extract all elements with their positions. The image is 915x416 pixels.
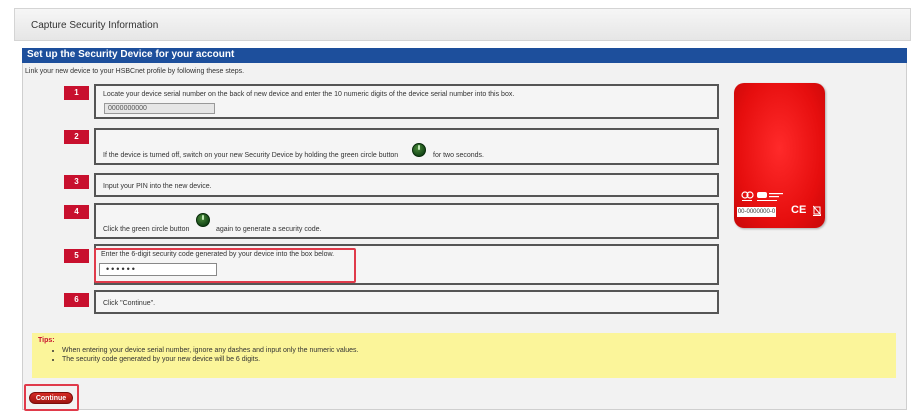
green-circle-button-icon: [412, 143, 426, 157]
section-intro: Link your new device to your HSBCnet pro…: [25, 68, 245, 75]
step-box-6: Click "Continue".: [94, 290, 719, 314]
step-text-1: Locate your device serial number on the …: [103, 91, 515, 98]
device-logo-icon: [741, 191, 783, 201]
step-number-2: 2: [64, 130, 89, 144]
step-text-2b: for two seconds.: [433, 152, 484, 159]
page-title: Capture Security Information: [31, 20, 159, 31]
tips-title: Tips:: [38, 337, 55, 344]
continue-button[interactable]: Continue: [29, 392, 73, 404]
step-text-4a: Click the green circle button: [103, 226, 190, 233]
section-title: Set up the Security Device for your acco…: [27, 49, 235, 60]
step-text-3: Input your PIN into the new device.: [103, 183, 212, 190]
step-text-4b: again to generate a security code.: [216, 226, 322, 233]
step-text-6: Click "Continue".: [103, 300, 156, 307]
green-circle-button-icon: [196, 213, 210, 227]
step-number-6: 6: [64, 293, 89, 307]
tips-box: Tips: When entering your device serial n…: [32, 333, 896, 378]
recycle-bin-icon: [813, 205, 821, 216]
device-serial-label: 00-0000000-0: [737, 207, 776, 217]
step-number-1: 1: [64, 86, 89, 100]
step-text-2a: If the device is turned off, switch on y…: [103, 152, 399, 159]
tip-item: The security code generated by your new …: [62, 355, 359, 364]
step-box-1: Locate your device serial number on the …: [94, 84, 719, 119]
step-box-2: If the device is turned off, switch on y…: [94, 128, 719, 165]
tips-list: When entering your device serial number,…: [40, 346, 359, 364]
step-box-3: Input your PIN into the new device.: [94, 173, 719, 197]
security-device-image: 00-0000000-0 CE: [734, 83, 825, 228]
ce-mark: CE: [791, 204, 807, 216]
page-header: Capture Security Information: [14, 8, 911, 41]
step-number-4: 4: [64, 205, 89, 219]
serial-number-input[interactable]: 0000000000: [104, 103, 215, 114]
security-code-highlight: [94, 248, 356, 283]
tip-item: When entering your device serial number,…: [62, 346, 359, 355]
section-title-bar: Set up the Security Device for your acco…: [22, 48, 907, 63]
step-number-3: 3: [64, 175, 89, 189]
step-box-4: Click the green circle button again to g…: [94, 203, 719, 239]
step-number-5: 5: [64, 249, 89, 263]
